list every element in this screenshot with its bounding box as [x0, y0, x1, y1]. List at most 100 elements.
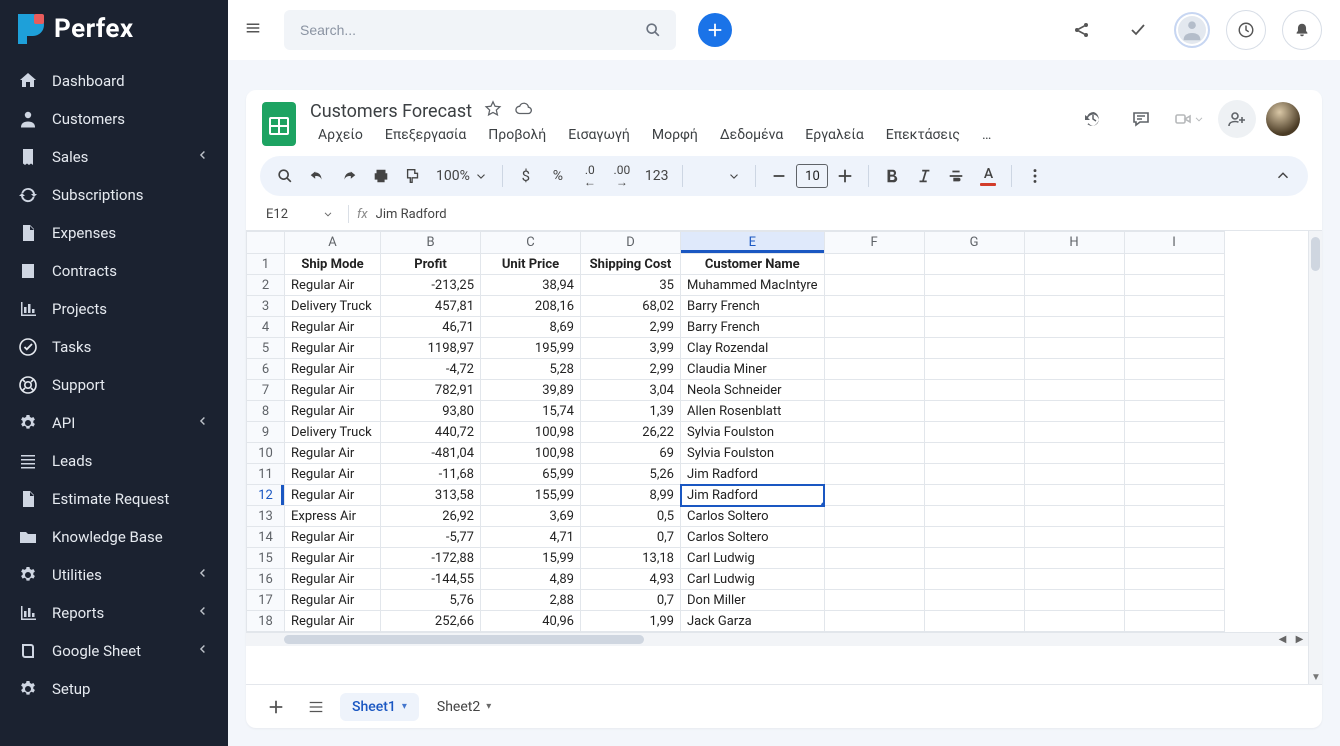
cell[interactable]: [1024, 506, 1124, 527]
menu-Εργαλεία[interactable]: Εργαλεία: [797, 123, 872, 147]
cell[interactable]: 68,02: [581, 296, 681, 317]
cell[interactable]: [1024, 548, 1124, 569]
cell[interactable]: [824, 527, 924, 548]
cell[interactable]: Regular Air: [285, 527, 381, 548]
share-doc-button[interactable]: [1218, 100, 1256, 138]
row-header[interactable]: 13: [247, 506, 285, 527]
cell[interactable]: [824, 569, 924, 590]
column-header[interactable]: H: [1024, 232, 1124, 254]
cell[interactable]: [1124, 359, 1224, 380]
menu-Επεξεργασία[interactable]: Επεξεργασία: [377, 123, 474, 147]
user-avatar[interactable]: [1174, 12, 1210, 48]
cell[interactable]: [1124, 275, 1224, 296]
row-header[interactable]: 7: [247, 380, 285, 401]
paint-format-button[interactable]: [398, 161, 428, 191]
cell[interactable]: Delivery Truck: [285, 296, 381, 317]
cell[interactable]: 8,69: [481, 317, 581, 338]
cell[interactable]: [824, 485, 924, 506]
cell[interactable]: [1124, 422, 1224, 443]
star-button[interactable]: [484, 100, 502, 122]
cell[interactable]: [1024, 338, 1124, 359]
cell[interactable]: Jack Garza: [681, 611, 825, 632]
cell[interactable]: 39,89: [481, 380, 581, 401]
bold-button[interactable]: [877, 161, 907, 191]
cell[interactable]: 8,99: [581, 485, 681, 506]
currency-button[interactable]: $: [511, 161, 541, 191]
cell[interactable]: [1024, 317, 1124, 338]
cell[interactable]: 4,71: [481, 527, 581, 548]
sheet-grid[interactable]: ABCDEFGHI1Ship ModeProfitUnit PriceShipp…: [246, 231, 1225, 632]
sidebar-item-setup[interactable]: Setup: [0, 670, 228, 708]
cell[interactable]: [1124, 338, 1224, 359]
collapse-toolbar-button[interactable]: [1268, 161, 1298, 191]
cell[interactable]: Shipping Cost: [581, 254, 681, 275]
cell[interactable]: [824, 506, 924, 527]
sheets-logo-icon[interactable]: [260, 100, 298, 148]
row-header[interactable]: 12: [247, 485, 285, 506]
sidebar-item-sales[interactable]: Sales: [0, 138, 228, 176]
cell[interactable]: [1024, 464, 1124, 485]
cell[interactable]: Delivery Truck: [285, 422, 381, 443]
cell[interactable]: 1,99: [581, 611, 681, 632]
cell[interactable]: Clay Rozendal: [681, 338, 825, 359]
cell[interactable]: [1124, 548, 1224, 569]
row-header[interactable]: 17: [247, 590, 285, 611]
increase-decimal-button[interactable]: .00→: [607, 161, 637, 191]
meet-button[interactable]: [1170, 100, 1208, 138]
cell[interactable]: Muhammed MacIntyre: [681, 275, 825, 296]
cell[interactable]: Allen Rosenblatt: [681, 401, 825, 422]
print-button[interactable]: [366, 161, 396, 191]
column-header[interactable]: B: [381, 232, 481, 254]
menu-Αρχείο[interactable]: Αρχείο: [310, 123, 371, 147]
sidebar-item-estimate-request[interactable]: Estimate Request: [0, 480, 228, 518]
cell[interactable]: [924, 317, 1024, 338]
column-header[interactable]: C: [481, 232, 581, 254]
cell[interactable]: Regular Air: [285, 464, 381, 485]
cell[interactable]: [824, 422, 924, 443]
cell[interactable]: [1124, 317, 1224, 338]
cell[interactable]: 313,58: [381, 485, 481, 506]
cell[interactable]: Regular Air: [285, 338, 381, 359]
sidebar-item-customers[interactable]: Customers: [0, 100, 228, 138]
cell[interactable]: Carlos Soltero: [681, 527, 825, 548]
cell[interactable]: Sylvia Foulston: [681, 443, 825, 464]
cell[interactable]: Regular Air: [285, 548, 381, 569]
cell[interactable]: [1124, 443, 1224, 464]
cell[interactable]: [924, 611, 1024, 632]
cell[interactable]: Neola Schneider: [681, 380, 825, 401]
google-account-avatar[interactable]: [1266, 102, 1300, 136]
menu-Δεδομένα[interactable]: Δεδομένα: [712, 123, 791, 147]
more-tools-button[interactable]: [1020, 161, 1050, 191]
brand-logo[interactable]: Perfex: [0, 0, 228, 56]
sidebar-item-projects[interactable]: Projects: [0, 290, 228, 328]
text-color-button[interactable]: A: [973, 161, 1003, 191]
cell[interactable]: Regular Air: [285, 401, 381, 422]
cell[interactable]: [924, 401, 1024, 422]
sidebar-item-leads[interactable]: Leads: [0, 442, 228, 480]
cell[interactable]: [824, 464, 924, 485]
cell[interactable]: 4,93: [581, 569, 681, 590]
cell[interactable]: [824, 590, 924, 611]
cell[interactable]: 782,91: [381, 380, 481, 401]
cell[interactable]: 5,76: [381, 590, 481, 611]
cell[interactable]: [1124, 464, 1224, 485]
column-header[interactable]: D: [581, 232, 681, 254]
cell[interactable]: [1024, 422, 1124, 443]
cell[interactable]: Jim Radford: [681, 485, 825, 506]
cell[interactable]: [924, 506, 1024, 527]
toolbar-search-button[interactable]: [270, 161, 300, 191]
cell[interactable]: Carlos Soltero: [681, 506, 825, 527]
sidebar-item-api[interactable]: API: [0, 404, 228, 442]
cell[interactable]: Sylvia Foulston: [681, 422, 825, 443]
approve-button[interactable]: [1118, 10, 1158, 50]
cell[interactable]: Barry French: [681, 296, 825, 317]
cell[interactable]: 155,99: [481, 485, 581, 506]
column-header[interactable]: E: [681, 232, 825, 254]
cell[interactable]: 26,92: [381, 506, 481, 527]
cell[interactable]: [1024, 380, 1124, 401]
name-box[interactable]: E12: [260, 207, 340, 222]
sidebar-item-support[interactable]: Support: [0, 366, 228, 404]
row-header[interactable]: 6: [247, 359, 285, 380]
cell[interactable]: Customer Name: [681, 254, 825, 275]
cell[interactable]: [1024, 401, 1124, 422]
